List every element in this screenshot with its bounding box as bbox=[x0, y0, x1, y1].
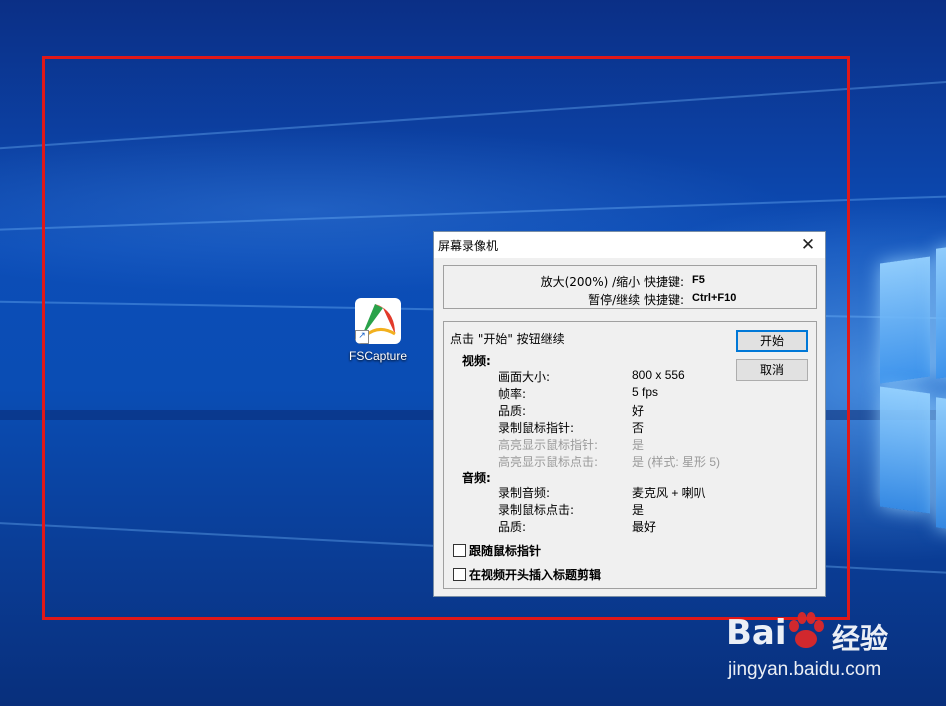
start-button[interactable]: 开始 bbox=[736, 330, 808, 352]
audio-setting-label: 录制鼠标点击: bbox=[498, 503, 575, 517]
audio-setting-value: 麦克风 + 喇叭 bbox=[632, 486, 706, 500]
audio-setting-label: 录制音频: bbox=[498, 486, 551, 500]
dialog-title: 屏幕录像机 bbox=[438, 239, 499, 253]
video-setting-value: 800 x 556 bbox=[632, 368, 685, 382]
start-prompt: 点击 "开始" 按钮继续 bbox=[450, 332, 565, 346]
video-setting-label: 高亮显示鼠标指针: bbox=[498, 438, 599, 452]
video-setting-value: 5 fps bbox=[632, 385, 659, 399]
screen-recorder-dialog: 屏幕录像机 ✕ 放大(200%) /缩小 快捷键: F5 暂停/继续 快捷键: … bbox=[433, 231, 826, 597]
video-setting-value: 好 bbox=[632, 404, 645, 418]
title-bar[interactable]: 屏幕录像机 ✕ bbox=[434, 232, 825, 258]
watermark-brand: Bai bbox=[726, 613, 787, 653]
pause-hotkey-value: Ctrl+F10 bbox=[692, 292, 737, 304]
close-icon[interactable]: ✕ bbox=[797, 234, 819, 256]
video-setting-label: 品质: bbox=[498, 404, 527, 418]
watermark-url: jingyan.baidu.com bbox=[728, 659, 882, 680]
video-setting-value: 否 bbox=[632, 421, 645, 435]
audio-section-heading: 音频: bbox=[462, 471, 491, 485]
video-section-heading: 视频: bbox=[462, 354, 491, 368]
checkbox-box[interactable] bbox=[453, 544, 466, 557]
recording-info-panel: 点击 "开始" 按钮继续 开始 取消 视频: 画面大小: 800 x 556 帧… bbox=[443, 321, 817, 589]
hotkeys-panel: 放大(200%) /缩小 快捷键: F5 暂停/继续 快捷键: Ctrl+F10 bbox=[443, 265, 817, 309]
audio-setting-value: 最好 bbox=[632, 520, 657, 534]
windows-logo bbox=[880, 240, 946, 540]
checkbox-label: 在视频开头插入标题剪辑 bbox=[469, 568, 602, 582]
title-clip-checkbox[interactable]: 在视频开头插入标题剪辑 bbox=[453, 566, 601, 583]
cancel-button[interactable]: 取消 bbox=[736, 359, 808, 381]
audio-setting-value: 是 bbox=[632, 503, 645, 517]
baidu-jingyan-watermark: Bai 经验 jingyan.baidu.com bbox=[726, 603, 926, 693]
baidu-paw-icon bbox=[789, 612, 824, 648]
checkbox-box[interactable] bbox=[453, 568, 466, 581]
video-setting-label: 高亮显示鼠标点击: bbox=[498, 455, 599, 469]
desktop: ↗ FSCapture 屏幕录像机 ✕ 放大(200%) /缩小 快捷键: F5… bbox=[0, 0, 946, 706]
zoom-hotkey-value: F5 bbox=[692, 274, 705, 286]
watermark-brand-suffix: 经验 bbox=[832, 622, 889, 655]
audio-setting-label: 品质: bbox=[498, 520, 527, 534]
video-setting-label: 录制鼠标指针: bbox=[498, 421, 575, 435]
video-setting-label: 画面大小: bbox=[498, 370, 551, 384]
zoom-hotkey-label: 放大(200%) /缩小 快捷键: bbox=[540, 275, 684, 289]
video-setting-value: 是 bbox=[632, 438, 645, 452]
follow-mouse-checkbox[interactable]: 跟随鼠标指针 bbox=[453, 542, 541, 559]
checkbox-label: 跟随鼠标指针 bbox=[469, 544, 542, 558]
pause-hotkey-label: 暂停/继续 快捷键: bbox=[588, 293, 684, 307]
video-setting-value: 是 (样式: 星形 5) bbox=[632, 455, 721, 469]
video-setting-label: 帧率: bbox=[498, 387, 527, 401]
